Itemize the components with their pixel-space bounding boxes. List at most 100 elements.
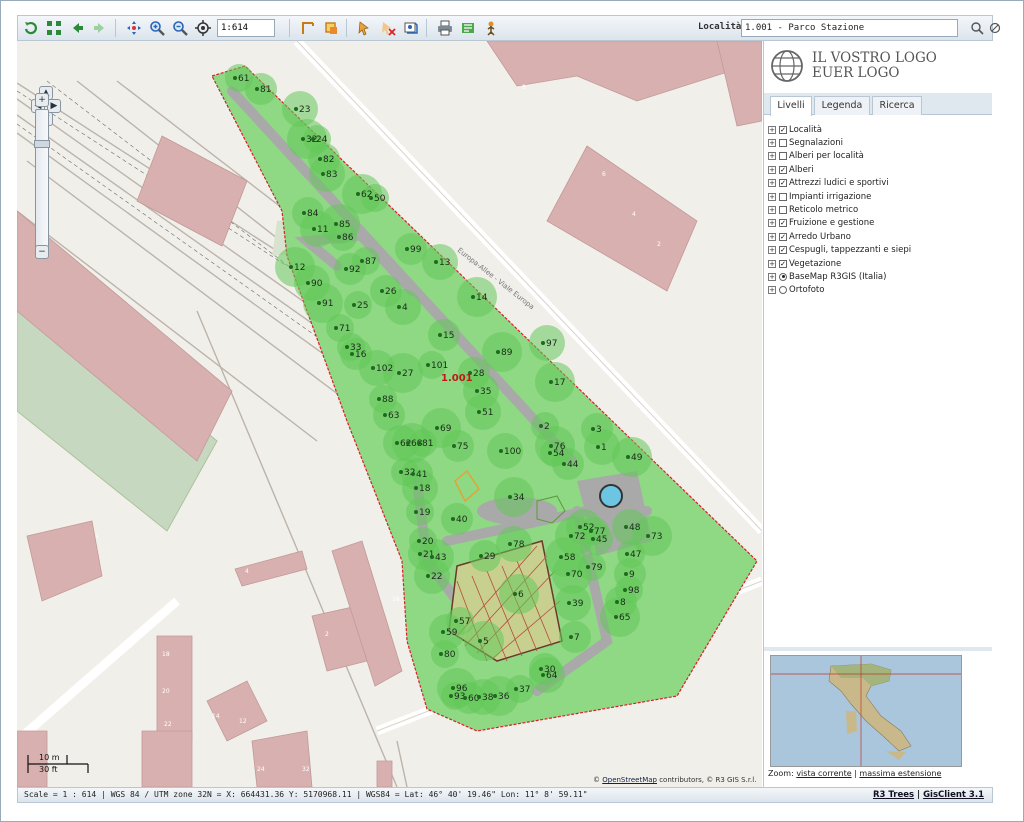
expand-icon[interactable]: + [768, 165, 776, 174]
zoom-out-button[interactable]: − [35, 245, 49, 259]
pan-right-button[interactable]: ▶ [47, 99, 61, 113]
locate-icon[interactable] [193, 18, 213, 38]
expand-icon[interactable]: + [768, 259, 776, 268]
tab-legenda[interactable]: Legenda [814, 96, 870, 115]
tree-marker [626, 455, 630, 459]
expand-icon[interactable]: + [768, 125, 776, 134]
query-icon[interactable] [481, 18, 501, 38]
zoom-slider-thumb[interactable] [34, 140, 50, 148]
layer-item[interactable]: + BaseMap R3GIS (Italia) [768, 270, 988, 283]
print-icon[interactable] [435, 18, 455, 38]
expand-icon[interactable]: + [768, 272, 776, 281]
layer-item[interactable]: + ✓ Arredo Urbano [768, 230, 988, 243]
layer-item[interactable]: + ✓ Fruizione e gestione [768, 217, 988, 230]
layer-item[interactable]: + Segnalazioni [768, 136, 988, 149]
layer-item[interactable]: + ✓ Attrezzi ludici e sportivi [768, 177, 988, 190]
clear-select-icon[interactable] [378, 18, 398, 38]
zoom-in-icon[interactable] [147, 18, 167, 38]
layer-checkbox[interactable]: ✓ [779, 125, 787, 134]
zoom-slider[interactable] [34, 109, 50, 257]
zoom-out-icon[interactable] [170, 18, 190, 38]
tree-label: 83 [326, 170, 337, 180]
layer-checkbox[interactable]: ✓ [779, 259, 787, 268]
zoom-in-button[interactable]: + [35, 93, 49, 107]
locality-input[interactable]: 1.001 - Parco Stazione [741, 19, 958, 37]
layer-item[interactable]: + Reticolo metrico [768, 203, 988, 216]
expand-icon[interactable]: + [768, 179, 776, 188]
expand-icon[interactable]: + [768, 206, 776, 215]
expand-icon[interactable]: + [768, 286, 776, 295]
layer-item[interactable]: + ✓ Cespugli, tappezzanti e siepi [768, 244, 988, 257]
layer-checkbox[interactable] [779, 139, 787, 148]
tree-marker [479, 554, 483, 558]
measure-area-icon[interactable] [321, 18, 341, 38]
layer-item[interactable]: + Alberi per località [768, 150, 988, 163]
info-icon[interactable] [401, 18, 421, 38]
clear-search-icon[interactable] [988, 21, 1002, 35]
home-refresh-icon[interactable] [21, 18, 41, 38]
measure-line-icon[interactable] [298, 18, 318, 38]
full-extent-icon[interactable] [44, 18, 64, 38]
layer-item[interactable]: + ✓ Località [768, 123, 988, 136]
layer-item[interactable]: + ✓ Alberi [768, 163, 988, 176]
tab-ricerca[interactable]: Ricerca [872, 96, 922, 115]
zoom-current-link[interactable]: vista corrente [796, 769, 851, 778]
layer-radio[interactable] [779, 272, 787, 281]
overview-map[interactable] [770, 655, 962, 767]
layer-checkbox[interactable]: ✓ [779, 232, 787, 241]
layer-checkbox[interactable] [779, 192, 787, 201]
tree-marker [369, 196, 373, 200]
tree-marker [377, 397, 381, 401]
tree-label: 69 [440, 424, 452, 434]
tree-marker [562, 462, 566, 466]
tree-label: 13 [439, 258, 450, 268]
layer-radio[interactable] [779, 286, 787, 295]
map-canvas[interactable]: 6181233224828362508411858699131287929091… [17, 41, 762, 787]
expand-icon[interactable]: + [768, 152, 776, 161]
forward-icon[interactable] [90, 18, 110, 38]
expand-icon[interactable]: + [768, 246, 776, 255]
tree-label: 80 [444, 650, 456, 660]
scale-input[interactable] [217, 19, 275, 37]
select-icon[interactable] [355, 18, 375, 38]
app-name-link[interactable]: R3 Trees [873, 790, 914, 800]
layer-checkbox[interactable] [779, 206, 787, 215]
building-number: 1 [95, 533, 99, 540]
tab-livelli[interactable]: Livelli [770, 96, 812, 116]
osm-link[interactable]: OpenStreetMap [602, 776, 657, 784]
layer-checkbox[interactable]: ✓ [779, 165, 787, 174]
layer-item[interactable]: + Ortofoto [768, 284, 988, 297]
tree-label: 14 [476, 293, 488, 303]
tree-marker [334, 326, 338, 330]
export-icon[interactable] [458, 18, 478, 38]
gisclient-link[interactable]: GisClient 3.1 [923, 790, 984, 800]
back-icon[interactable] [67, 18, 87, 38]
tree-marker [477, 695, 481, 699]
layer-label: Località [789, 124, 822, 135]
search-icon[interactable] [970, 21, 984, 35]
tree-marker [539, 667, 543, 671]
layer-item[interactable]: + Impianti irrigazione [768, 190, 988, 203]
pan-icon[interactable] [124, 18, 144, 38]
tree-label: 22 [431, 572, 442, 582]
layer-checkbox[interactable]: ✓ [779, 246, 787, 255]
layer-checkbox[interactable]: ✓ [779, 219, 787, 228]
layer-checkbox[interactable] [779, 152, 787, 161]
zoom-max-link[interactable]: massima estensione [859, 769, 941, 778]
map-attribution: © OpenStreetMap contributors, © R3 GIS S… [593, 776, 757, 784]
tree-marker [625, 552, 629, 556]
panel-splitter[interactable] [764, 647, 992, 651]
tree-marker [371, 366, 375, 370]
expand-icon[interactable]: + [768, 219, 776, 228]
tree-marker [624, 572, 628, 576]
layer-item[interactable]: + ✓ Vegetazione [768, 257, 988, 270]
tree-marker [301, 137, 305, 141]
expand-icon[interactable]: + [768, 232, 776, 241]
expand-icon[interactable]: + [768, 192, 776, 201]
layer-checkbox[interactable]: ✓ [779, 179, 787, 188]
layer-label: Alberi per località [789, 151, 864, 162]
expand-icon[interactable]: + [768, 139, 776, 148]
building-number: 4 [245, 568, 249, 575]
tree-marker [541, 341, 545, 345]
tree-label: 41 [416, 470, 427, 480]
